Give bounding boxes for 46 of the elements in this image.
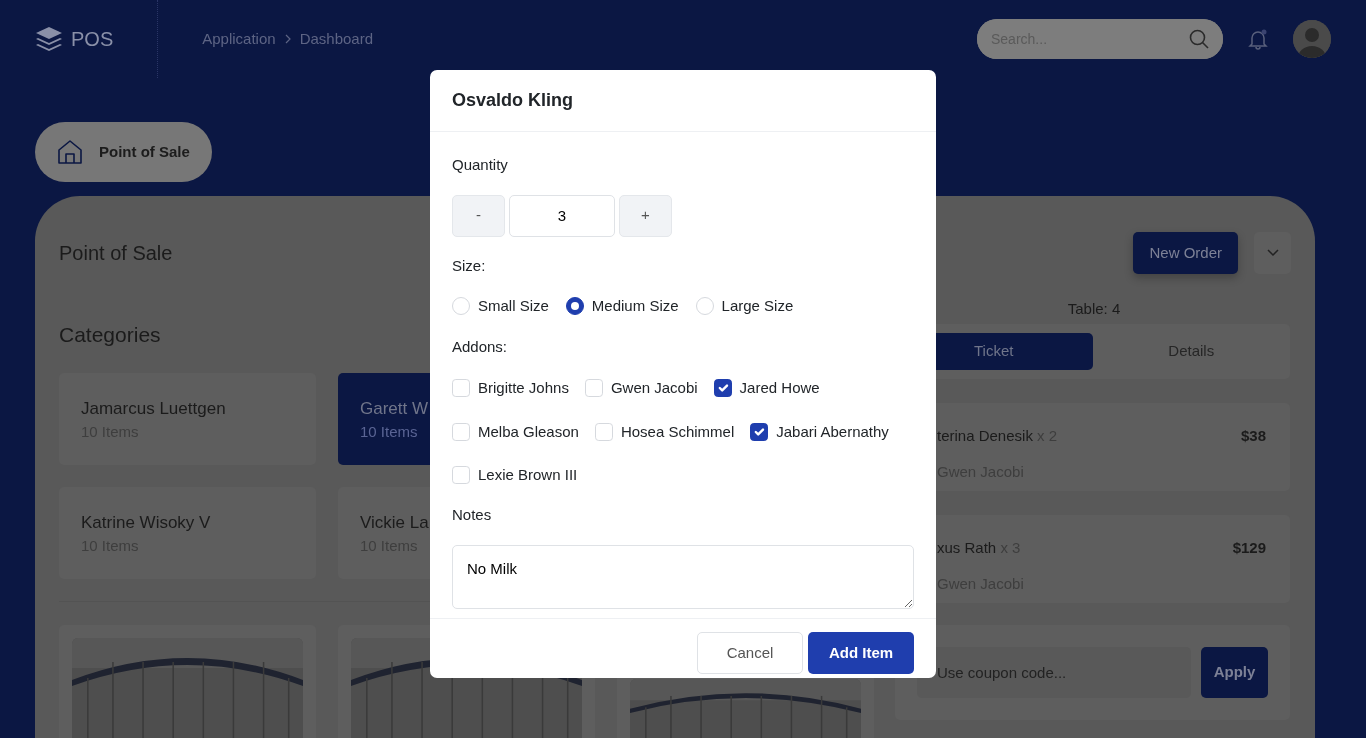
category-name: Jamarcus Luettgen (81, 397, 226, 420)
checkbox[interactable] (750, 422, 769, 441)
field-label: Notes (452, 504, 493, 525)
avatar[interactable] (1293, 20, 1331, 58)
cancel-button[interactable]: Cancel (697, 632, 803, 674)
chevron-down-icon (1266, 249, 1279, 257)
radio-label[interactable]: Medium Size (591, 295, 679, 318)
app-name: POS (71, 27, 114, 52)
point-of-sale-nav-button[interactable]: Point of Sale (35, 122, 212, 182)
field-label: Quantity (452, 155, 509, 175)
modal-title: Osvaldo Kling (430, 70, 936, 132)
page-title: Point of Sale (59, 241, 173, 266)
checkbox-label[interactable]: Hosea Schimmel (620, 420, 735, 443)
quantity-input[interactable]: 3 (509, 194, 615, 237)
item-price: $38 (1240, 425, 1266, 446)
search-icon (1189, 29, 1209, 49)
category-name: Vickie La (360, 511, 429, 534)
table-number: Table: 4 (1066, 299, 1122, 319)
checkbox-label[interactable]: Jared Howe (739, 377, 820, 400)
radio-label[interactable]: Large Size (721, 295, 794, 318)
category-name: Katrine Wisoky V (81, 511, 211, 534)
chevron-right-icon (283, 34, 292, 44)
item-count: 10 Items (360, 422, 418, 442)
checkbox-label[interactable]: Gwen Jacobi (610, 377, 698, 400)
field-label: Addons: (452, 336, 509, 357)
apply-button[interactable]: Apply (1201, 646, 1268, 698)
new-order-button[interactable]: New Order (1133, 232, 1238, 274)
checkbox-label[interactable]: Jabari Abernathy (776, 420, 889, 443)
section-heading: Categories (59, 322, 161, 348)
logo-icon (35, 26, 63, 52)
home-icon (57, 139, 83, 165)
checkbox[interactable] (713, 379, 732, 398)
increment-button[interactable]: + (619, 194, 672, 237)
add-item-button[interactable]: Add Item (808, 632, 914, 674)
checkbox-label[interactable]: Brigitte Johns (478, 377, 569, 400)
decrement-button[interactable]: - (452, 194, 505, 237)
bell-icon[interactable] (1247, 28, 1269, 50)
field-label: Size: (452, 255, 487, 276)
dropdown-button[interactable] (1254, 232, 1291, 274)
category-name: Garett W (360, 397, 428, 420)
item-price: $129 (1232, 537, 1266, 558)
notes-input[interactable]: No Milk (452, 545, 914, 609)
radio-button[interactable] (565, 297, 584, 316)
checkbox-label[interactable]: Lexie Brown III (478, 464, 578, 487)
radio-label[interactable]: Small Size (478, 295, 549, 318)
checkbox-label[interactable]: Melba Gleason (478, 420, 579, 443)
